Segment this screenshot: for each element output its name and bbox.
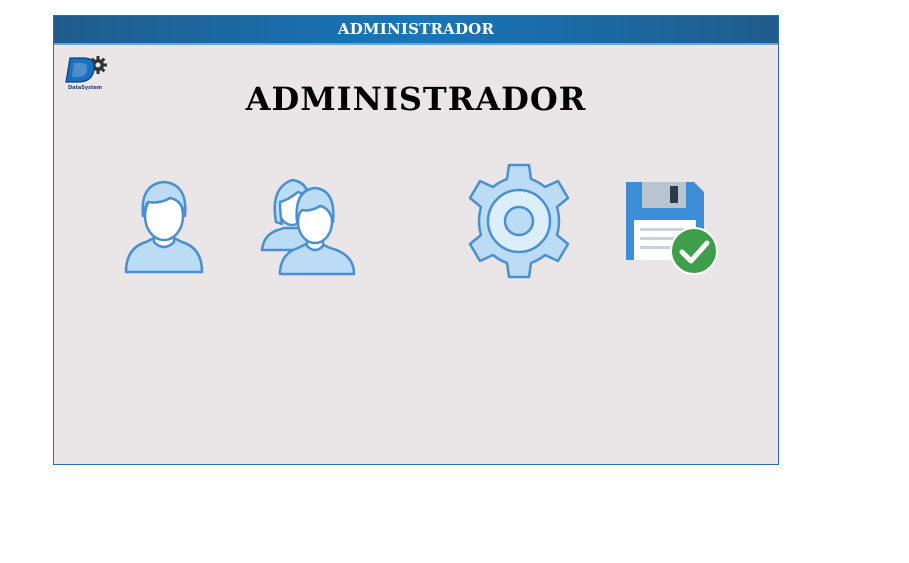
users-group-icon[interactable] [260,178,358,276]
user-icon[interactable] [124,178,204,274]
admin-window: ADMINISTRADOR DataSystem ADMINISTRADOR [53,15,779,465]
page-title: ADMINISTRADOR [245,80,587,118]
save-icon[interactable] [624,180,720,276]
gear-icon[interactable] [464,162,574,280]
window-titlebar: ADMINISTRADOR [54,16,778,45]
